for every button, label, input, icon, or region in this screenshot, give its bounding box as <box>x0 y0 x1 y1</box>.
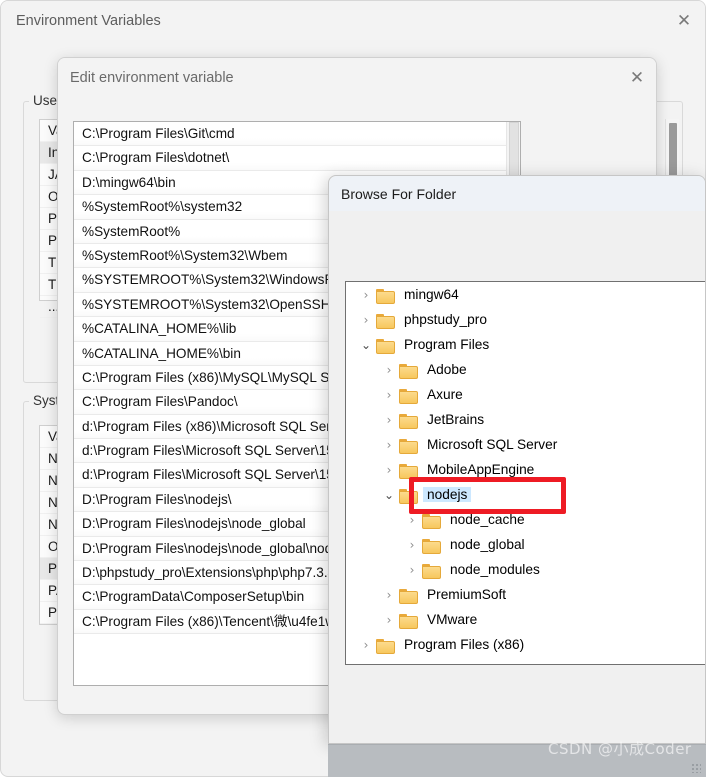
folder-tree-item[interactable]: › PremiumSoft <box>346 582 705 607</box>
folder-tree-item-label: JetBrains <box>427 412 485 427</box>
folder-tree-item[interactable]: › phpstudy_pro <box>346 307 705 332</box>
folder-tree-item[interactable]: › MobileAppEngine <box>346 457 705 482</box>
folder-tree-item-label: Adobe <box>427 362 467 377</box>
chevron-down-icon[interactable]: ⌄ <box>358 338 374 352</box>
edit-dialog-titlebar: Edit environment variable ✕ <box>58 58 656 100</box>
folder-icon <box>376 313 395 329</box>
folder-icon <box>399 438 418 454</box>
folder-tree-item[interactable]: › node_cache <box>346 507 705 532</box>
chevron-right-icon[interactable]: › <box>358 313 374 327</box>
folder-icon <box>399 413 418 429</box>
watermark-text: CSDN @小成Coder <box>548 740 692 758</box>
folder-tree-item-label: node_modules <box>450 562 540 577</box>
edit-dialog-title: Edit environment variable <box>70 70 234 86</box>
folder-tree-item-label: Program Files (x86) <box>404 637 525 652</box>
chevron-right-icon[interactable]: › <box>404 538 420 552</box>
chevron-right-icon[interactable]: › <box>358 638 374 652</box>
folder-tree-rows: › mingw64 › phpstudy_pro ⌄ Program Files › Adob… <box>346 282 705 657</box>
browse-for-folder-dialog: Browse For Folder › mingw64 › phpstudy_pro ⌄… <box>328 175 706 744</box>
folder-icon <box>399 363 418 379</box>
folder-tree-item[interactable]: › node_global <box>346 532 705 557</box>
folder-icon <box>399 388 418 404</box>
chevron-right-icon[interactable]: › <box>404 563 420 577</box>
folder-tree-item-label: node_cache <box>450 512 525 527</box>
chevron-right-icon[interactable]: › <box>381 463 397 477</box>
close-icon[interactable]: ✕ <box>669 8 699 34</box>
chevron-right-icon[interactable]: › <box>358 288 374 302</box>
folder-tree-item[interactable]: › Microsoft SQL Server <box>346 432 705 457</box>
folder-tree-item-label: phpstudy_pro <box>404 312 487 327</box>
folder-tree-item[interactable]: › node_modules <box>346 557 705 582</box>
chevron-right-icon[interactable]: › <box>404 513 420 527</box>
folder-tree-item-label: Axure <box>427 387 463 402</box>
folder-tree-item[interactable]: › Program Files (x86) <box>346 632 705 657</box>
folder-tree-item-label: nodejs <box>423 487 472 502</box>
folder-icon <box>399 588 418 604</box>
chevron-down-icon[interactable]: ⌄ <box>381 488 397 502</box>
folder-tree-item-label: VMware <box>427 612 478 627</box>
folder-tree-item[interactable]: › Axure <box>346 382 705 407</box>
folder-icon <box>376 338 395 354</box>
folder-tree-item[interactable]: ⌄ Program Files <box>346 332 705 357</box>
environment-variables-titlebar: Environment Variables ✕ <box>1 1 705 43</box>
folder-icon <box>422 563 441 579</box>
folder-tree-item-label: MobileAppEngine <box>427 462 535 477</box>
chevron-right-icon[interactable]: › <box>381 613 397 627</box>
folder-icon <box>376 638 395 654</box>
folder-icon <box>399 613 418 629</box>
chevron-right-icon[interactable]: › <box>381 588 397 602</box>
folder-tree-item[interactable]: › VMware <box>346 607 705 632</box>
folder-tree-item-label: Program Files <box>404 337 490 352</box>
path-entry-row[interactable]: C:\Program Files\dotnet\ <box>74 146 508 171</box>
folder-tree-item[interactable]: › JetBrains <box>346 407 705 432</box>
folder-icon <box>399 463 418 479</box>
folder-tree-item[interactable]: ⌄ nodejs <box>346 482 705 507</box>
folder-tree-view[interactable]: › mingw64 › phpstudy_pro ⌄ Program Files › Adob… <box>345 281 705 665</box>
resize-grip-icon[interactable] <box>691 763 701 773</box>
chevron-right-icon[interactable]: › <box>381 363 397 377</box>
environment-variables-title: Environment Variables <box>16 13 161 29</box>
folder-tree-item[interactable]: › Adobe <box>346 357 705 382</box>
browse-dialog-titlebar: Browse For Folder <box>329 176 705 211</box>
folder-tree-item-label: Microsoft SQL Server <box>427 437 558 452</box>
folder-tree-item-label: mingw64 <box>404 287 459 302</box>
screenshot-root: Environment Variables ✕ User variables f… <box>0 0 706 777</box>
chevron-right-icon[interactable]: › <box>381 413 397 427</box>
browse-dialog-title: Browse For Folder <box>341 186 457 202</box>
folder-icon <box>422 538 441 554</box>
folder-tree-item[interactable]: › mingw64 <box>346 282 705 307</box>
folder-icon <box>399 488 418 504</box>
close-icon[interactable]: ✕ <box>622 65 652 91</box>
folder-tree-item-label: PremiumSoft <box>427 587 507 602</box>
folder-icon <box>422 513 441 529</box>
chevron-right-icon[interactable]: › <box>381 438 397 452</box>
chevron-right-icon[interactable]: › <box>381 388 397 402</box>
folder-icon <box>376 288 395 304</box>
folder-tree-item-label: node_global <box>450 537 525 552</box>
path-entry-row[interactable]: C:\Program Files\Git\cmd <box>74 122 508 147</box>
